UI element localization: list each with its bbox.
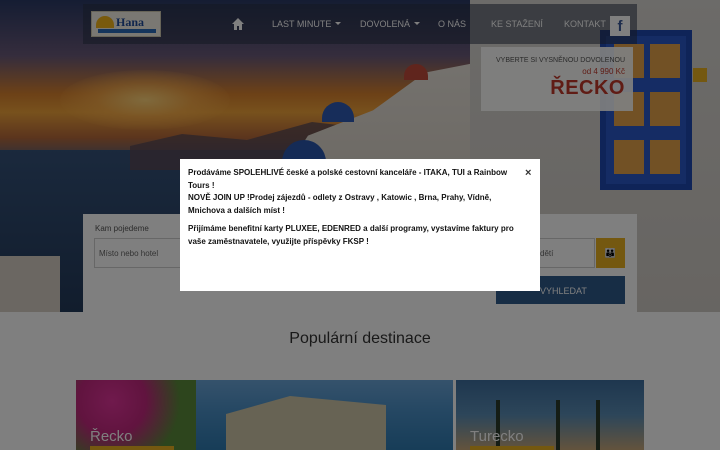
- close-icon[interactable]: ×: [525, 167, 531, 179]
- modal-text: Přijímáme benefitní karty PLUXEE, EDENRE…: [188, 224, 514, 246]
- modal-text: Prodáváme SPOLEHLIVÉ české a polské cest…: [188, 168, 508, 215]
- info-modal: × Prodáváme SPOLEHLIVÉ české a polské ce…: [180, 159, 540, 291]
